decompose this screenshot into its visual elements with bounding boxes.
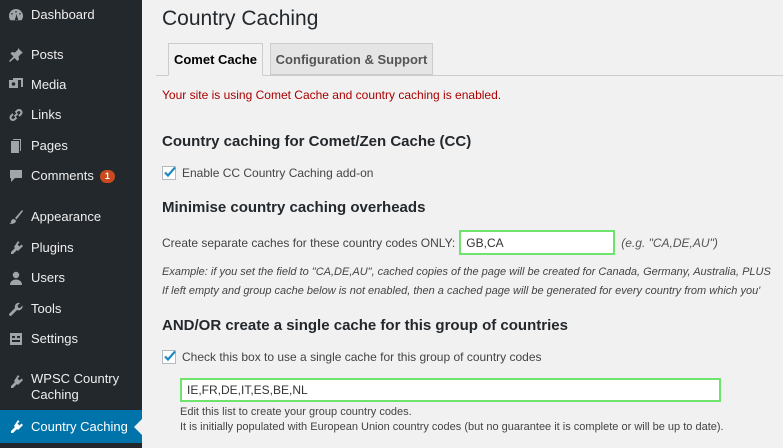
pin-icon xyxy=(7,46,25,64)
comments-icon xyxy=(7,167,25,185)
sidebar-item-label: WPSC Country Caching xyxy=(31,371,120,402)
section-heading-group-cache: AND/OR create a single cache for this gr… xyxy=(162,317,568,334)
sidebar-item-label: Posts xyxy=(31,47,64,62)
sidebar-item-label: Appearance xyxy=(31,209,102,224)
media-icon xyxy=(7,76,25,94)
sidebar-item-posts[interactable]: Posts xyxy=(0,44,142,66)
sidebar-item-label: Plugins xyxy=(31,240,74,255)
sidebar-item-label: Comments xyxy=(31,168,94,183)
check-icon xyxy=(164,350,176,362)
group-help-text-2: It is initially populated with European … xyxy=(180,421,724,433)
comments-count-badge: 1 xyxy=(99,169,115,183)
users-icon xyxy=(7,269,25,287)
plugin-icon xyxy=(7,373,25,391)
enable-addon-row: Enable CC Country Caching add-on xyxy=(162,166,373,180)
group-cache-label: Check this box to use a single cache for… xyxy=(182,350,542,364)
page-title: Country Caching xyxy=(162,7,319,30)
check-icon xyxy=(164,166,176,178)
brush-icon xyxy=(7,208,25,226)
country-codes-row: Create separate caches for these country… xyxy=(162,230,718,255)
group-country-codes-input[interactable] xyxy=(180,378,721,402)
plugin-icon xyxy=(7,239,25,257)
links-icon xyxy=(7,106,25,124)
plugin-icon xyxy=(7,418,25,436)
enable-addon-label: Enable CC Country Caching add-on xyxy=(182,166,374,180)
sidebar-item-label: Media xyxy=(31,77,67,92)
sidebar-item-appearance[interactable]: Appearance xyxy=(0,206,142,228)
sidebar-item-label: Users xyxy=(31,270,65,285)
sidebar-item-label: Pages xyxy=(31,138,68,153)
group-cache-checkbox[interactable] xyxy=(162,350,176,364)
sidebar-item-pages[interactable]: Pages xyxy=(0,135,142,157)
section-heading-country-caching: Country caching for Comet/Zen Cache (CC) xyxy=(162,133,472,150)
pages-icon xyxy=(7,137,25,155)
sidebar-item-links[interactable]: Links xyxy=(0,104,142,126)
wrench-icon xyxy=(7,300,25,318)
sidebar-item-plugins[interactable]: Plugins xyxy=(0,237,142,259)
sidebar-item-media[interactable]: Media xyxy=(0,74,142,96)
sidebar-item-users[interactable]: Users xyxy=(0,267,142,289)
sidebar-item-label: Links xyxy=(31,107,62,122)
sidebar-item-label: Dashboard xyxy=(31,7,95,22)
sidebar-item-dashboard[interactable]: Dashboard xyxy=(0,4,142,26)
dashboard-icon xyxy=(7,6,25,24)
active-item-arrow xyxy=(134,418,142,435)
sidebar-item-wpsc-country-caching[interactable]: WPSC Country Caching xyxy=(0,371,142,405)
main-content: Country Caching Comet Cache Configuratio… xyxy=(142,0,783,448)
country-codes-example: (e.g. "CA,DE,AU") xyxy=(621,235,718,250)
example-note: Example: if you set the field to "CA,DE,… xyxy=(162,266,771,278)
sidebar-item-label: Tools xyxy=(31,301,62,316)
country-codes-label: Create separate caches for these country… xyxy=(162,235,456,250)
tab-comet-cache[interactable]: Comet Cache xyxy=(168,43,263,76)
tab-configuration-support[interactable]: Configuration & Support xyxy=(270,43,433,75)
admin-sidebar: Dashboard Posts Media Links Pages Commen… xyxy=(0,0,142,448)
group-cache-row: Check this box to use a single cache for… xyxy=(162,350,542,364)
status-notice: Your site is using Comet Cache and count… xyxy=(162,88,502,102)
sidebar-item-country-caching[interactable]: Country Caching xyxy=(0,410,142,443)
country-codes-input[interactable] xyxy=(459,230,616,255)
empty-field-note: If left empty and group cache below is n… xyxy=(162,285,761,297)
section-heading-minimise-overheads: Minimise country caching overheads xyxy=(162,199,426,216)
group-help-text-1: Edit this list to create your group coun… xyxy=(180,406,412,418)
enable-addon-checkbox[interactable] xyxy=(162,166,176,180)
settings-icon xyxy=(7,330,25,348)
sidebar-item-tools[interactable]: Tools xyxy=(0,298,142,320)
sidebar-item-comments[interactable]: Comments 1 xyxy=(0,165,142,187)
sidebar-item-settings[interactable]: Settings xyxy=(0,328,142,350)
sidebar-item-label: Settings xyxy=(31,331,78,346)
sidebar-item-label: Country Caching xyxy=(31,418,128,434)
